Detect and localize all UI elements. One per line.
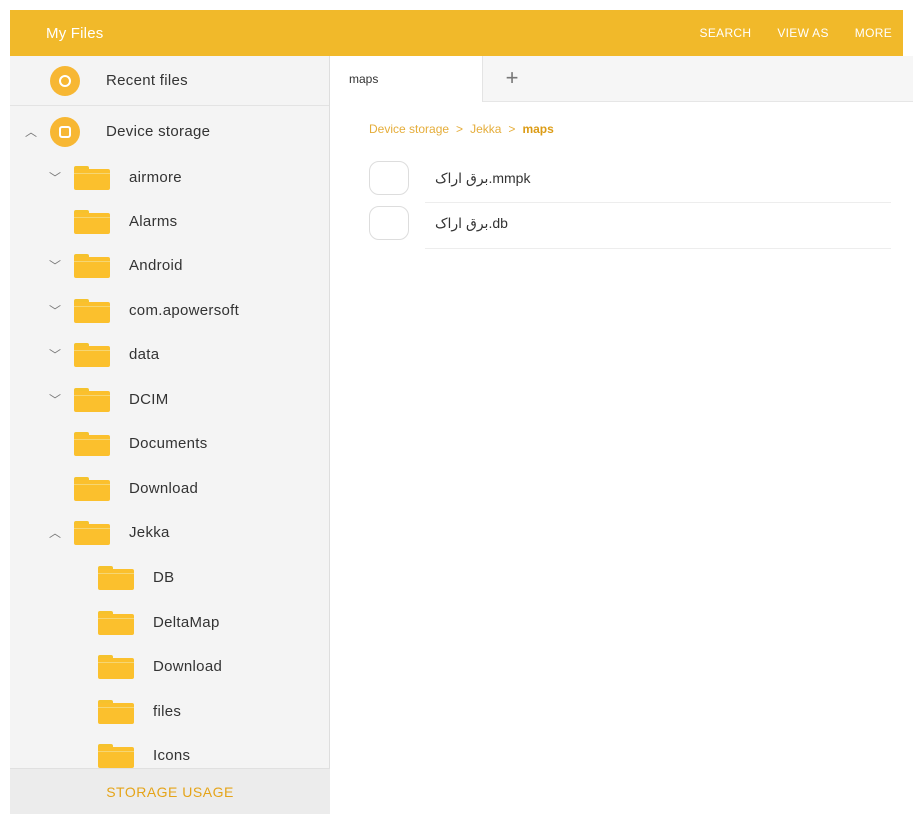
chevron-down-icon[interactable]: ﹀ (48, 394, 62, 406)
breadcrumb-maps: maps (522, 122, 554, 136)
sidebar-item-label: Android (129, 257, 183, 274)
sidebar-item-label: files (153, 703, 182, 720)
sidebar-item-label: Icons (153, 747, 191, 764)
file-checkbox[interactable] (369, 206, 409, 240)
tab-maps[interactable]: maps (331, 56, 483, 102)
breadcrumb-device-storage[interactable]: Device storage (369, 122, 449, 136)
plus-icon[interactable]: + (499, 66, 525, 92)
chevron-down-icon[interactable]: ﹀ (48, 349, 62, 361)
tab-bar: maps + (331, 56, 913, 102)
chevron-down-icon[interactable]: ﹀ (48, 172, 62, 184)
sidebar-item-label: com.apowersoft (129, 302, 240, 319)
sidebar-item-label: Alarms (129, 213, 178, 230)
file-name: برق اراک.mmpk (435, 169, 531, 186)
clock-icon (50, 66, 80, 96)
folder-icon (74, 521, 110, 545)
more-button[interactable]: MORE (855, 26, 892, 40)
sidebar-item-label: Download (153, 658, 223, 675)
folder-icon (98, 611, 134, 635)
sidebar-item-label: data (129, 346, 160, 363)
file-checkbox[interactable] (369, 161, 409, 195)
sidebar-item-data[interactable]: ﹀ data (10, 333, 329, 377)
sidebar-item-label: Device storage (106, 123, 211, 140)
chevron-down-icon[interactable]: ﹀ (48, 305, 62, 317)
search-button[interactable]: SEARCH (700, 26, 752, 40)
folder-icon (74, 166, 110, 190)
breadcrumb-separator: > (508, 122, 516, 136)
sidebar-item-documents[interactable]: Documents (10, 422, 329, 466)
sidebar-item-download[interactable]: Download (10, 467, 329, 511)
divider (425, 248, 891, 249)
sidebar-item-device-storage[interactable]: ︿ Device storage (10, 110, 329, 154)
app-bar: My Files SEARCH VIEW AS MORE (10, 10, 903, 56)
list-item[interactable]: برق اراک.db (369, 201, 889, 245)
folder-icon (74, 432, 110, 456)
sidebar-item-label: DB (153, 569, 175, 586)
folder-icon (74, 388, 110, 412)
folder-icon (74, 477, 110, 501)
chevron-up-icon[interactable]: ︿ (24, 126, 38, 138)
breadcrumb-separator: > (456, 122, 464, 136)
folder-icon (98, 655, 134, 679)
folder-icon (74, 343, 110, 367)
folder-icon (98, 700, 134, 724)
sidebar-item-files[interactable]: files (10, 690, 329, 734)
sidebar-item-recent-files[interactable]: Recent files (10, 56, 329, 106)
sidebar-item-alarms[interactable]: Alarms (10, 200, 329, 244)
storage-icon (50, 117, 80, 147)
sidebar-item-label: Jekka (129, 524, 170, 541)
sidebar-item-deltamap[interactable]: DeltaMap (10, 601, 329, 645)
breadcrumb: Device storage > Jekka > maps (369, 122, 554, 136)
folder-icon (74, 254, 110, 278)
folder-icon (98, 566, 134, 590)
sidebar-item-label: DCIM (129, 391, 169, 408)
storage-usage-button[interactable]: STORAGE USAGE (10, 768, 330, 814)
chevron-up-icon[interactable]: ︿ (48, 527, 62, 539)
sidebar-item-db[interactable]: DB (10, 556, 329, 600)
sidebar-item-com-apowersoft[interactable]: ﹀ com.apowersoft (10, 289, 329, 333)
breadcrumb-jekka[interactable]: Jekka (470, 122, 501, 136)
main-panel: maps + Device storage > Jekka > maps برق… (331, 56, 913, 814)
sidebar-item-airmore[interactable]: ﹀ airmore (10, 156, 329, 200)
sidebar-item-label: Download (129, 480, 199, 497)
folder-icon (98, 744, 134, 768)
sidebar: Recent files ︿ Device storage ﹀ airmore … (10, 56, 330, 814)
app-title: My Files (46, 24, 104, 42)
folder-icon (74, 299, 110, 323)
file-name: برق اراک.db (435, 214, 508, 231)
sidebar-item-label: airmore (129, 169, 182, 186)
sidebar-item-dcim[interactable]: ﹀ DCIM (10, 378, 329, 422)
sidebar-item-label: DeltaMap (153, 614, 220, 631)
sidebar-item-label: Documents (129, 435, 208, 452)
sidebar-item-jekka-download[interactable]: Download (10, 645, 329, 689)
sidebar-item-label: Recent files (106, 72, 188, 89)
sidebar-item-android[interactable]: ﹀ Android (10, 244, 329, 288)
chevron-down-icon[interactable]: ﹀ (48, 260, 62, 272)
sidebar-item-jekka[interactable]: ︿ Jekka (10, 511, 329, 555)
view-as-button[interactable]: VIEW AS (777, 26, 828, 40)
list-item[interactable]: برق اراک.mmpk (369, 156, 889, 200)
folder-icon (74, 210, 110, 234)
